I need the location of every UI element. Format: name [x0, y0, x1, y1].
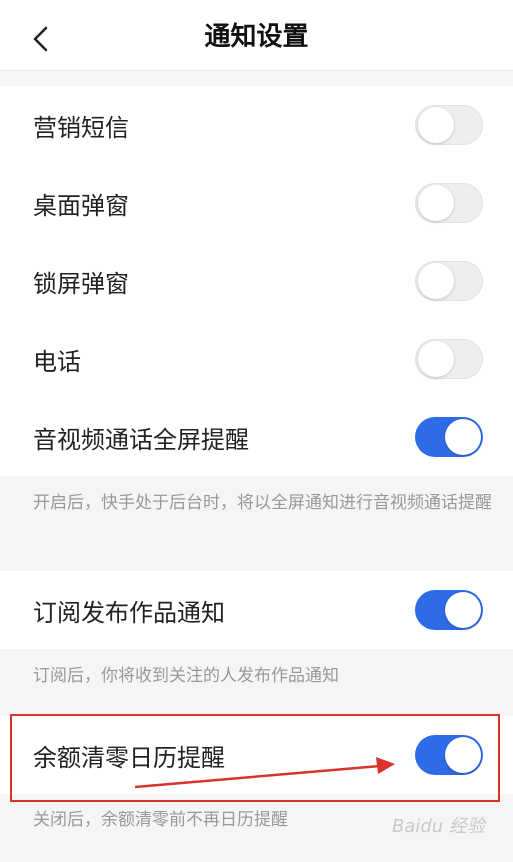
phone-toggle[interactable]	[415, 339, 483, 379]
setting-label: 电话	[33, 347, 81, 376]
setting-label: 锁屏弹窗	[33, 269, 129, 298]
header-bar: 通知设置	[0, 0, 513, 71]
annotation-highlight-box	[10, 714, 500, 802]
desktop-popup-toggle[interactable]	[415, 183, 483, 223]
subscribe-description: 订阅后，你将收到关注的人发布作品通知	[33, 666, 339, 686]
toggle-knob	[445, 419, 481, 455]
setting-row-subscribe: 订阅发布作品通知	[0, 571, 513, 649]
setting-label: 音视频通话全屏提醒	[33, 425, 249, 454]
setting-row-phone: 电话	[0, 320, 513, 398]
setting-row-marketing-sms: 营销短信	[0, 86, 513, 164]
setting-row-desktop-popup: 桌面弹窗	[0, 164, 513, 242]
setting-row-av-call-fullscreen: 音视频通话全屏提醒	[0, 398, 513, 476]
setting-label: 订阅发布作品通知	[33, 598, 225, 627]
settings-section-main: 营销短信 桌面弹窗 锁屏弹窗 电话 音视频通话全屏提醒	[0, 86, 513, 476]
setting-label: 桌面弹窗	[33, 191, 129, 220]
toggle-knob	[418, 341, 454, 377]
toggle-knob	[418, 107, 454, 143]
toggle-knob	[418, 185, 454, 221]
av-call-description: 开启后，快手处于后台时，将以全屏通知进行音视频通话提醒	[33, 493, 492, 513]
toggle-knob	[418, 263, 454, 299]
av-call-fullscreen-toggle[interactable]	[415, 417, 483, 457]
settings-section-subscribe: 订阅发布作品通知	[0, 571, 513, 649]
watermark: Baidu 经验	[392, 816, 485, 837]
subscribe-toggle[interactable]	[415, 590, 483, 630]
page-title: 通知设置	[204, 22, 309, 52]
toggle-knob	[445, 592, 481, 628]
lockscreen-popup-toggle[interactable]	[415, 261, 483, 301]
marketing-sms-toggle[interactable]	[415, 105, 483, 145]
setting-row-lockscreen-popup: 锁屏弹窗	[0, 242, 513, 320]
setting-label: 营销短信	[33, 113, 129, 142]
